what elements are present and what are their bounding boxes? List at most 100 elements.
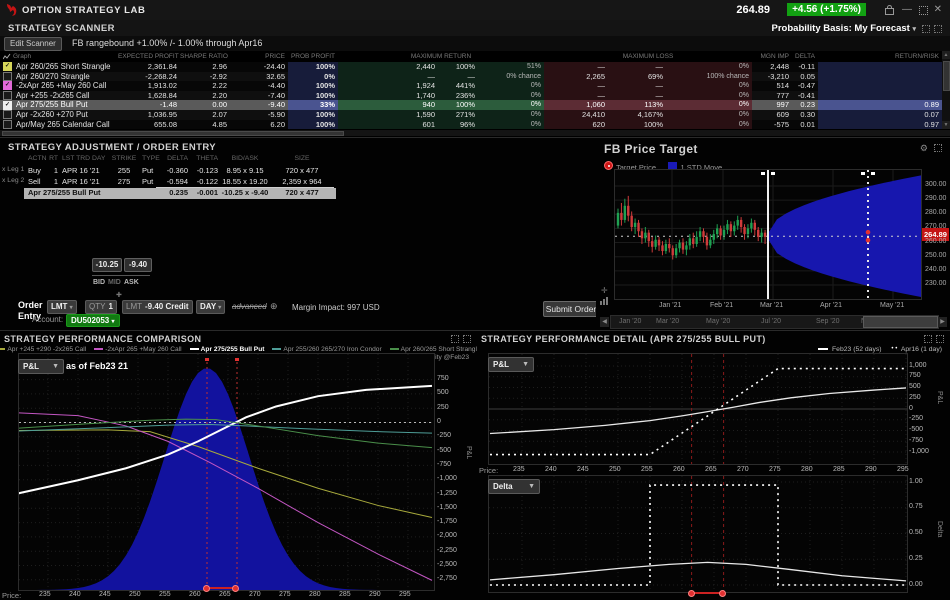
- scanner-row[interactable]: Apr +255 -2x265 Call1,628.842.20-7.40100…: [0, 91, 942, 101]
- legs-table: ACTNRTLST TRD DAYSTRIKETYPEDELTATHETABID…: [0, 155, 596, 201]
- col-max-return[interactable]: MAXIMUM RETURN: [338, 51, 544, 62]
- cell-delta: 0.23: [792, 100, 818, 110]
- graph-checkbox[interactable]: ✓: [3, 81, 12, 90]
- scrollbar-thumb[interactable]: [2, 131, 344, 136]
- scrubber-handle[interactable]: [719, 590, 726, 597]
- col-delta[interactable]: DELTA: [792, 51, 818, 62]
- scrubber-handle[interactable]: [688, 590, 695, 597]
- detail-pl-chart[interactable]: [488, 353, 908, 465]
- scanner-subheader: Edit Scanner FB rangebound +1.00% /- 1.0…: [0, 36, 950, 51]
- scanner-row[interactable]: ✓Apr 275/255 Bull Put-1.480.00-9.4033%94…: [0, 100, 942, 110]
- limit-price-field[interactable]: LMT-9.40 Credit: [122, 300, 193, 314]
- panel-options-icon[interactable]: [922, 25, 930, 33]
- panel-expand-icon[interactable]: [934, 25, 942, 33]
- delta-mode-dropdown[interactable]: Delta▼: [488, 479, 540, 494]
- order-type-dropdown[interactable]: LMT ▾: [47, 300, 77, 314]
- cell-delta: -0.41: [792, 91, 818, 101]
- ask-price-button[interactable]: -9.40: [124, 258, 152, 272]
- scanner-horizontal-scrollbar[interactable]: [0, 130, 950, 136]
- close-icon[interactable]: ✕: [934, 5, 942, 15]
- col-expected-profit[interactable]: EXPECTED PROFIT: [118, 51, 180, 62]
- scroll-up-icon[interactable]: ▲: [942, 51, 950, 59]
- axis-tick: 260: [673, 466, 685, 473]
- timeline-left-icon[interactable]: ◀: [600, 317, 609, 327]
- graph-checkbox[interactable]: ✓: [3, 101, 12, 110]
- scanner-row[interactable]: ✓-2xApr 265 +May 260 Call1,913.022.22-4.…: [0, 81, 942, 91]
- bid-label[interactable]: BID: [93, 279, 105, 286]
- fb-price-chart[interactable]: [614, 169, 922, 300]
- graph-checkbox[interactable]: [3, 91, 12, 100]
- price-range-scrubber[interactable]: [691, 592, 723, 594]
- order-leg-row[interactable]: x Leg 1Buy1APR 16 '21255Put-0.360-0.1238…: [0, 166, 596, 177]
- fb-timeline-scrollbar[interactable]: Jan '20Mar '20May '20Jul '20Sep '20Nov '…: [610, 315, 939, 329]
- panel-options-icon[interactable]: [924, 335, 932, 343]
- edit-scanner-button[interactable]: Edit Scanner: [4, 37, 62, 51]
- cell-max-return-chance: 0%: [478, 120, 544, 130]
- timeline-right-icon[interactable]: ▶: [938, 317, 947, 327]
- submit-order-button[interactable]: Submit Order: [543, 301, 599, 317]
- col-price[interactable]: PRICE: [230, 51, 288, 62]
- scanner-vertical-scrollbar[interactable]: ▲ ▼: [942, 51, 950, 129]
- panel-expand-icon[interactable]: [463, 335, 471, 343]
- ask-label[interactable]: ASK: [124, 279, 139, 286]
- pl-mode-dropdown[interactable]: P&L▼: [488, 357, 534, 372]
- timeline-thumb[interactable]: [863, 316, 938, 328]
- tif-dropdown[interactable]: DAY ▾: [196, 300, 225, 314]
- lock-icon[interactable]: [885, 8, 894, 15]
- col-return-risk[interactable]: RETURN/RISK: [818, 51, 942, 62]
- graph-checkbox[interactable]: [3, 120, 12, 129]
- probability-basis[interactable]: Probability Basis: My Forecast ▾: [772, 23, 916, 34]
- axis-tick: 285: [833, 466, 845, 473]
- axis-tick: -2,500: [437, 561, 457, 568]
- panel-expand-icon[interactable]: [936, 335, 944, 343]
- cell-max-return-chance: 0%: [478, 100, 544, 110]
- scrubber-handle[interactable]: [232, 585, 239, 592]
- graph-checkbox[interactable]: [3, 72, 12, 81]
- comparison-chart[interactable]: [18, 353, 435, 591]
- strategy-summary-row[interactable]: Apr 275/255 Bull Put0.235-0.001-10.25 x …: [0, 188, 596, 199]
- col-sharpe-ratio[interactable]: SHARPE RATIO: [180, 51, 230, 62]
- scanner-row[interactable]: Apr 260/270 Strangle-2,268.24-2.9232.650…: [0, 72, 942, 82]
- cell-price: -7.40: [230, 91, 288, 101]
- panel-options-icon[interactable]: [451, 335, 459, 343]
- graph-checkbox[interactable]: ✓: [3, 62, 12, 71]
- axis-tick: 295: [399, 591, 411, 598]
- detail-delta-chart[interactable]: [488, 475, 908, 593]
- panel-expand-icon[interactable]: [934, 144, 942, 152]
- price-slider[interactable]: [92, 275, 150, 276]
- probability-basis-label: Probability Basis:: [772, 23, 852, 34]
- axis-tick: 250.00: [925, 252, 946, 259]
- scanner-row[interactable]: Apr/May 265 Calendar Call655.084.856.201…: [0, 120, 942, 130]
- minimize-icon[interactable]: —: [902, 5, 912, 15]
- axis-tick: 255: [159, 591, 171, 598]
- axis-tick: 240: [545, 466, 557, 473]
- chart-type-icon[interactable]: [600, 297, 610, 305]
- restore-icon[interactable]: [919, 6, 928, 15]
- scrollbar-thumb[interactable]: [943, 61, 950, 91]
- col-graph[interactable]: Graph: [0, 51, 118, 62]
- mid-label[interactable]: MID: [108, 279, 121, 286]
- quantity-field[interactable]: QTY1: [85, 300, 117, 314]
- price-axis-label: Price:: [479, 466, 498, 475]
- crosshair-icon[interactable]: ✛: [601, 286, 608, 295]
- scanner-row[interactable]: Apr -2x260 +270 Put1,036.952.07-5.90100%…: [0, 110, 942, 120]
- legs-column-headers: ACTNRTLST TRD DAYSTRIKETYPEDELTATHETABID…: [0, 155, 596, 165]
- graph-checkbox[interactable]: [3, 110, 12, 119]
- advanced-link[interactable]: advanced: [232, 302, 267, 311]
- slider-handle-icon[interactable]: ✚: [116, 291, 122, 299]
- scanner-row[interactable]: ✓Apr 260/265 Short Strangle2,361.842.96-…: [0, 62, 942, 72]
- scroll-down-icon[interactable]: ▼: [942, 121, 950, 129]
- col-mgn-imp[interactable]: MGN IMP: [752, 51, 792, 62]
- comparison-mode-dropdown[interactable]: P&L▼: [18, 359, 64, 374]
- scrubber-handle[interactable]: [203, 585, 210, 592]
- advanced-plus-icon[interactable]: ⊕: [270, 301, 278, 312]
- axis-tick: 270: [249, 591, 261, 598]
- col-prob-profit[interactable]: PROB PROFIT: [288, 51, 338, 62]
- account-dropdown[interactable]: DU502053 ▾: [66, 314, 120, 327]
- gear-icon[interactable]: ⚙: [920, 143, 928, 154]
- col-max-loss[interactable]: MAXIMUM LOSS: [544, 51, 752, 62]
- cell-expected-profit: -1.48: [118, 100, 180, 110]
- bid-price-button[interactable]: -10.25: [92, 258, 122, 272]
- axis-tick: 230.00: [925, 280, 946, 287]
- price-range-scrubber[interactable]: [206, 587, 236, 589]
